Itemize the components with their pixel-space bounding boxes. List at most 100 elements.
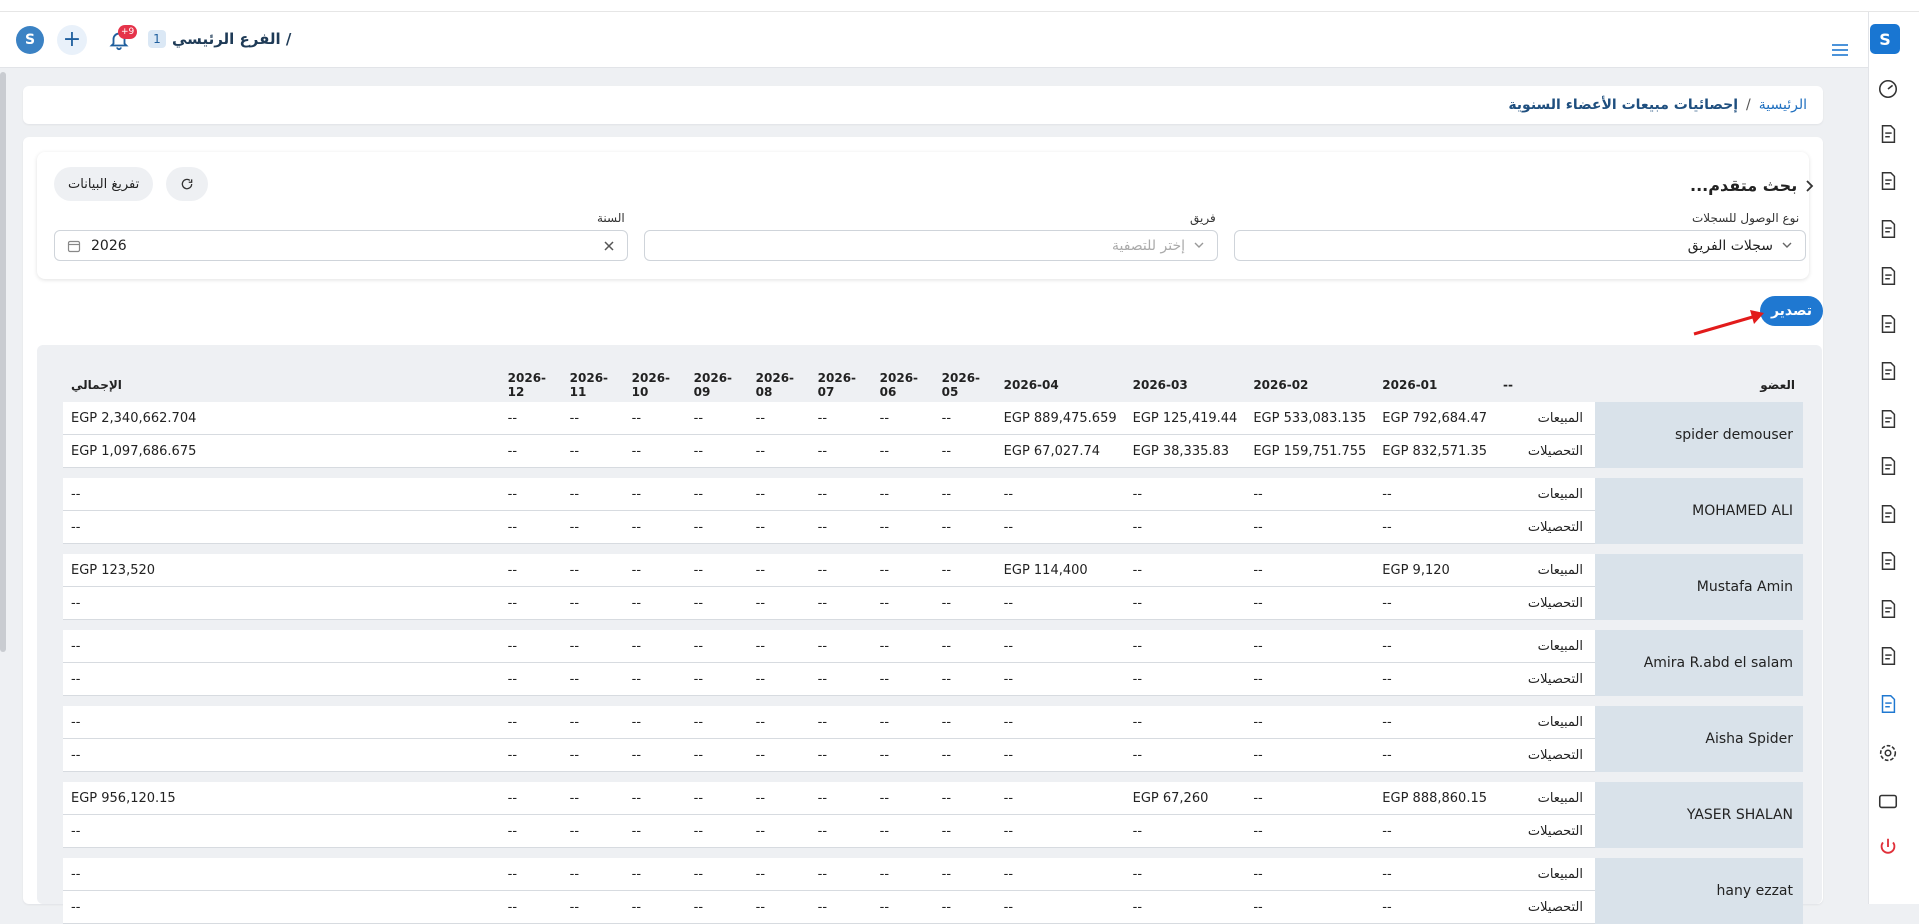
sidebar-logo-icon[interactable]: S: [1870, 24, 1900, 54]
branch-name: الفرع الرئيسي /: [172, 30, 292, 48]
row-spacer: [63, 848, 1803, 858]
month-value: --: [1124, 739, 1246, 772]
month-value: --: [933, 435, 996, 468]
month-value: --: [1124, 587, 1246, 620]
month-value: --: [871, 706, 934, 739]
month-value: --: [561, 815, 624, 848]
month-value: --: [499, 435, 562, 468]
settings-icon[interactable]: [1877, 742, 1899, 764]
table-row: التحصيلات -- -- -- -- -- -- -- -- -- -- -- -- --: [63, 587, 1803, 620]
scrollbar[interactable]: [0, 72, 6, 652]
table-row: Mustafa Amin المبيعات EGP 9,120 -- -- EGP 114…: [63, 554, 1803, 620]
month-value: --: [685, 587, 748, 620]
month-value: --: [499, 706, 562, 739]
month-value: --: [685, 554, 748, 587]
document-percent-icon[interactable]: [1877, 360, 1899, 382]
month-value: --: [809, 511, 872, 544]
add-icon[interactable]: +: [57, 25, 87, 55]
month-value: --: [871, 402, 934, 435]
month-value: --: [809, 663, 872, 696]
month-value: --: [1124, 663, 1246, 696]
user-settings-icon[interactable]: [1877, 503, 1899, 525]
month-value: --: [685, 402, 748, 435]
user-add-icon[interactable]: [1877, 550, 1899, 572]
month-value: --: [995, 587, 1125, 620]
year-value: 2026: [91, 238, 127, 254]
month-value: --: [499, 782, 562, 815]
month-value: --: [499, 663, 562, 696]
notification-badge: +9: [118, 25, 138, 39]
month-value: --: [747, 587, 810, 620]
month-value: --: [685, 891, 748, 924]
advanced-search-toggle[interactable]: بحث متقدم...: [1690, 176, 1815, 195]
header-month: 2026-05: [933, 368, 996, 402]
month-value: --: [995, 630, 1125, 663]
team-label: فريق: [1190, 211, 1216, 225]
dashboard-icon[interactable]: [1877, 78, 1899, 100]
month-value: --: [809, 630, 872, 663]
spacer-cell: [63, 696, 1803, 706]
document-code-icon[interactable]: [1877, 218, 1899, 240]
month-value: --: [1124, 815, 1246, 848]
clear-icon[interactable]: [603, 240, 615, 252]
month-value: --: [1245, 815, 1375, 848]
month-value: --: [871, 511, 934, 544]
month-value: --: [871, 587, 934, 620]
spacer-cell: [63, 544, 1803, 554]
user-document-icon[interactable]: [1877, 645, 1899, 667]
document-list-icon[interactable]: [1877, 313, 1899, 335]
cash-register-icon[interactable]: [1877, 170, 1899, 192]
power-icon[interactable]: [1877, 836, 1899, 858]
month-value: --: [1124, 478, 1246, 511]
row-type: المبيعات: [1495, 554, 1595, 587]
table-row: التحصيلات -- -- -- -- -- -- -- -- -- -- -- -- --: [63, 891, 1803, 924]
row-type: التحصيلات: [1495, 739, 1595, 772]
month-value: --: [499, 739, 562, 772]
access-type-select[interactable]: سجلات الفريق: [1234, 230, 1806, 261]
access-type-label: نوع الوصول للسجلات: [1692, 211, 1800, 225]
month-value: --: [561, 739, 624, 772]
month-value: --: [685, 782, 748, 815]
month-value: --: [747, 511, 810, 544]
total-value: --: [63, 630, 500, 663]
month-value: --: [933, 511, 996, 544]
month-value: --: [623, 739, 686, 772]
month-value: --: [623, 478, 686, 511]
window-icon[interactable]: [1877, 790, 1899, 812]
row-type: التحصيلات: [1495, 663, 1595, 696]
menu-icon[interactable]: [1832, 43, 1848, 57]
month-value: --: [623, 858, 686, 891]
total-value: EGP 2,340,662.704: [63, 402, 500, 435]
month-value: --: [1124, 554, 1246, 587]
month-value: --: [747, 554, 810, 587]
table-row: التحصيلات -- -- -- -- -- -- -- -- -- -- -- -- --: [63, 663, 1803, 696]
calendar-icon: [67, 240, 81, 253]
team-select[interactable]: إختر للتصفية: [644, 230, 1218, 261]
year-picker[interactable]: 2026: [54, 230, 628, 261]
month-value: --: [995, 739, 1125, 772]
month-value: --: [623, 630, 686, 663]
screen-user-icon[interactable]: [1877, 455, 1899, 477]
invoice-icon[interactable]: [1877, 123, 1899, 145]
month-value: --: [561, 706, 624, 739]
spacer-cell: [63, 620, 1803, 630]
month-value: --: [995, 663, 1125, 696]
month-value: --: [995, 815, 1125, 848]
page-title: إحصائيات مبيعات الأعضاء السنوية: [1508, 97, 1739, 113]
month-value: --: [871, 630, 934, 663]
document-tag-icon[interactable]: [1877, 408, 1899, 430]
document-edit-icon[interactable]: [1877, 265, 1899, 287]
app-logo-icon[interactable]: S: [16, 26, 44, 54]
spacer-cell: [63, 848, 1803, 858]
row-type: التحصيلات: [1495, 587, 1595, 620]
month-value: --: [1374, 663, 1495, 696]
clear-data-button[interactable]: تفريغ البيانات: [54, 167, 154, 201]
month-value: --: [685, 435, 748, 468]
refresh-button[interactable]: [166, 167, 208, 201]
branch-selector[interactable]: 1 الفرع الرئيسي /: [148, 30, 291, 48]
money-icon[interactable]: [1877, 598, 1899, 620]
month-value: --: [561, 630, 624, 663]
month-value: --: [809, 782, 872, 815]
report-chart-icon[interactable]: [1877, 693, 1899, 715]
breadcrumb-home[interactable]: الرئيسية: [1759, 97, 1807, 113]
